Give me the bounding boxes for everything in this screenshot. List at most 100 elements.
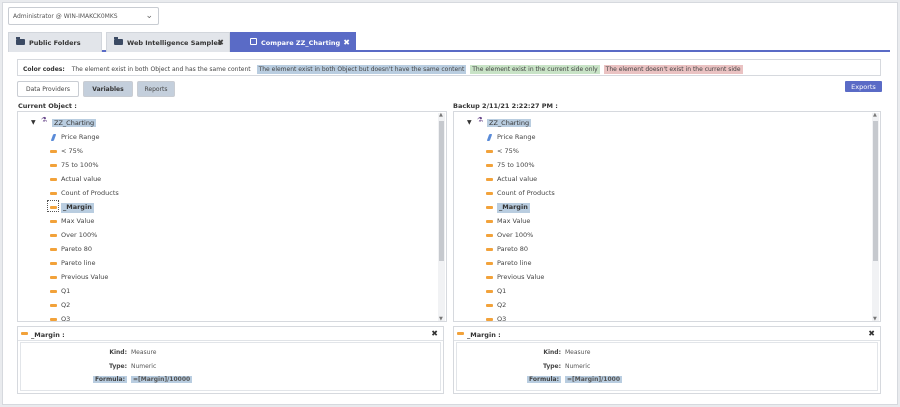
- detail-body: Kind: Measure Type: Numeric Formula: =[Marg…: [20, 342, 441, 391]
- tree-item[interactable]: Over 100%: [497, 231, 533, 241]
- tree-item[interactable]: Pareto 80: [61, 245, 92, 255]
- legend-same: The element exist in both Object and has…: [71, 66, 251, 73]
- tree-item[interactable]: Max Value: [497, 217, 530, 227]
- measure-icon: [486, 248, 493, 251]
- tab-compare-zz-charting[interactable]: Compare ZZ_Charting ✖: [230, 32, 356, 52]
- measure-icon: [50, 192, 57, 195]
- tree-item[interactable]: _Margin: [61, 203, 94, 213]
- detail-title: _Margin :: [467, 331, 501, 339]
- formula-label: Formula:: [93, 376, 127, 383]
- tree-item[interactable]: Q2: [497, 301, 506, 311]
- close-icon[interactable]: ✖: [217, 38, 224, 47]
- type-value: Numeric: [565, 363, 591, 370]
- measure-icon: [50, 220, 57, 223]
- type-label: Type:: [108, 363, 127, 370]
- measure-icon: [50, 150, 57, 153]
- scroll-up-icon[interactable]: ▲: [873, 112, 877, 118]
- current-object-title: Current Object :: [18, 102, 77, 110]
- scrollbar[interactable]: ▲ ▼: [872, 112, 879, 321]
- tree-root[interactable]: ZZ_Charting: [487, 119, 532, 127]
- detail-header: _Margin : ✖: [454, 327, 880, 341]
- backup-object-tree[interactable]: ▼ ⚗ ZZ_Charting ▲ ▼ Price Range < 75% 75 t…: [453, 111, 881, 322]
- tree-item[interactable]: Previous Value: [61, 273, 108, 283]
- measure-icon: [486, 192, 493, 195]
- dimension-icon: [486, 134, 493, 141]
- tab-label: Public Folders: [29, 39, 81, 47]
- measure-icon: [486, 290, 493, 293]
- close-icon[interactable]: ✖: [868, 329, 875, 338]
- tree-item[interactable]: Over 100%: [61, 231, 97, 241]
- tree-item[interactable]: Count of Products: [497, 189, 555, 199]
- tree-item[interactable]: Pareto 80: [497, 245, 528, 255]
- tree-item[interactable]: < 75%: [61, 147, 83, 157]
- measure-icon: [21, 332, 28, 335]
- compare-icon: [250, 38, 257, 45]
- legend-diff: The element exist in both Object but doe…: [256, 65, 467, 74]
- tab-reports[interactable]: Reports: [137, 81, 175, 97]
- folder-icon: [114, 37, 123, 45]
- scroll-thumb[interactable]: [439, 121, 444, 261]
- measure-icon: [486, 178, 493, 181]
- tree-item[interactable]: Pareto line: [61, 259, 95, 269]
- tree-root[interactable]: ZZ_Charting: [52, 119, 97, 127]
- tree-item[interactable]: Price Range: [61, 133, 100, 143]
- tab-web-intelligence-samples[interactable]: Web Intelligence Samples ✖: [106, 32, 230, 52]
- selection-focus: [47, 200, 59, 212]
- legend-current-only: The element exist in the current side on…: [470, 65, 600, 74]
- user-select-value: Administrator @ WIN-IMAKCK0MKS: [13, 13, 118, 20]
- tree-item[interactable]: Price Range: [497, 133, 536, 143]
- scrollbar[interactable]: ▲ ▼: [438, 112, 445, 321]
- tab-variables-label: Variables: [92, 86, 124, 93]
- measure-icon: [50, 318, 57, 321]
- formula-value: =[Margin]/10000: [131, 376, 193, 383]
- tab-public-folders[interactable]: Public Folders: [8, 32, 102, 52]
- measure-icon: [486, 318, 493, 321]
- tree-item[interactable]: Actual value: [497, 175, 537, 185]
- measure-icon: [50, 262, 57, 265]
- scroll-thumb[interactable]: [873, 121, 878, 261]
- measure-icon: [486, 150, 493, 153]
- tree-item[interactable]: Q2: [61, 301, 70, 311]
- kind-label: Kind:: [109, 349, 127, 356]
- caret-down-icon[interactable]: ▼: [31, 119, 36, 126]
- kind-label: Kind:: [543, 349, 561, 356]
- tree-item[interactable]: 75 to 100%: [61, 161, 99, 171]
- close-icon[interactable]: ✖: [343, 38, 350, 47]
- formula-label: Formula:: [527, 376, 561, 383]
- close-icon[interactable]: ✖: [431, 329, 438, 338]
- tab-label: Web Intelligence Samples: [127, 39, 222, 47]
- tree-item[interactable]: Pareto line: [497, 259, 531, 269]
- document-icon: ⚗: [477, 116, 484, 124]
- tree-item[interactable]: Q1: [61, 287, 70, 297]
- measure-icon: [50, 164, 57, 167]
- tab-data-providers-label: Data Providers: [25, 86, 71, 93]
- dimension-icon: [50, 134, 57, 141]
- tree-item[interactable]: 75 to 100%: [497, 161, 535, 171]
- tab-data-providers[interactable]: Data Providers: [17, 81, 79, 97]
- current-object-tree[interactable]: ▼ ⚗ ZZ_Charting ▲ ▼ Price Range < 75% 75 t…: [17, 111, 447, 322]
- document-icon: ⚗: [41, 116, 48, 124]
- kind-value: Measure: [565, 349, 591, 356]
- tree-item[interactable]: Count of Products: [61, 189, 119, 199]
- detail-header: _Margin : ✖: [18, 327, 443, 341]
- user-select[interactable]: Administrator @ WIN-IMAKCK0MKS ⌄: [8, 7, 159, 25]
- tree-item[interactable]: Previous Value: [497, 273, 544, 283]
- tree-item[interactable]: _Margin: [497, 203, 530, 213]
- exports-label: Exports: [851, 83, 876, 91]
- caret-down-icon[interactable]: ▼: [467, 119, 472, 126]
- tree-item[interactable]: Q1: [497, 287, 506, 297]
- tree-item[interactable]: Actual value: [61, 175, 101, 185]
- tab-variables[interactable]: Variables: [83, 81, 133, 97]
- legend-missing: The element doesn't exist in the current…: [603, 65, 743, 74]
- tree-item[interactable]: Q3: [61, 315, 70, 321]
- scroll-up-icon[interactable]: ▲: [439, 112, 443, 118]
- scroll-down-icon[interactable]: ▼: [439, 316, 443, 321]
- tree-item[interactable]: < 75%: [497, 147, 519, 157]
- tree-item[interactable]: Max Value: [61, 217, 94, 227]
- backup-detail-panel: _Margin : ✖ Kind: Measure Type: Numeric Fo…: [453, 326, 881, 394]
- scroll-down-icon[interactable]: ▼: [873, 316, 877, 321]
- tree-item[interactable]: Q3: [497, 315, 506, 321]
- exports-button[interactable]: Exports: [845, 81, 882, 92]
- chevron-down-icon: ⌄: [145, 11, 153, 21]
- measure-icon: [50, 234, 57, 237]
